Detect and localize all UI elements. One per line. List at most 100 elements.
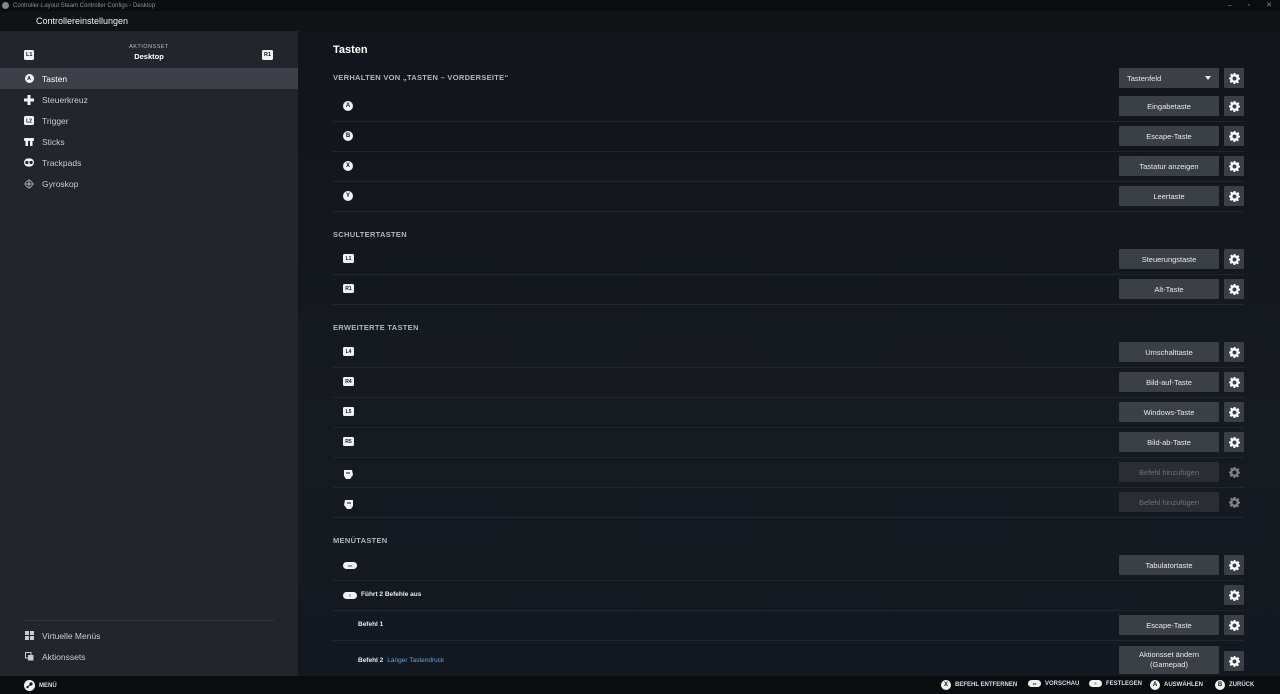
sidebar-item-tasten[interactable]: A Tasten xyxy=(0,68,298,89)
gyro-icon xyxy=(24,178,34,189)
mapping-row-x[interactable]: X Tastatur anzeigen xyxy=(333,152,1244,182)
button-l4-icon: L4 xyxy=(343,347,354,356)
grid-icon xyxy=(24,631,34,641)
row-settings-button[interactable] xyxy=(1224,126,1244,146)
sidebar-item-virtuelle-menus[interactable]: Virtuelle Menüs xyxy=(0,625,298,646)
gear-icon xyxy=(1228,655,1240,667)
mapping-row-l4[interactable]: L4 Umschalttaste xyxy=(333,338,1244,368)
command-button[interactable]: Alt-Taste xyxy=(1119,279,1219,299)
mapping-row-befehl-2[interactable]: Befehl 2 Langer Tastendruck Aktionsset än… xyxy=(333,643,1244,674)
command-1-label: Befehl 1 xyxy=(358,621,384,628)
mapping-row-menu[interactable]: ≡ Führt 2 Befehle aus xyxy=(333,581,1244,611)
gear-icon xyxy=(1228,436,1240,448)
mapping-row-view[interactable]: ▭ Tabulatortaste xyxy=(333,551,1244,581)
gear-icon xyxy=(1228,559,1240,571)
gear-icon xyxy=(1228,406,1240,418)
footer-select[interactable]: A AUSWÄHLEN xyxy=(1150,680,1203,690)
steam-logo-icon xyxy=(2,2,9,9)
row-settings-button[interactable] xyxy=(1224,372,1244,392)
gear-icon xyxy=(1228,496,1240,508)
command-button[interactable]: Umschalttaste xyxy=(1119,342,1219,362)
steam-icon xyxy=(24,680,35,691)
sidebar-item-steuerkreuz[interactable]: Steuerkreuz xyxy=(0,89,298,110)
command-button[interactable]: Leertaste xyxy=(1119,186,1219,206)
sidebar-item-label: Sticks xyxy=(42,136,65,147)
command-button[interactable]: Windows-Taste xyxy=(1119,402,1219,422)
command-2-label: Befehl 2 Langer Tastendruck xyxy=(358,657,445,664)
row-settings-button[interactable] xyxy=(1224,156,1244,176)
gear-icon xyxy=(1228,253,1240,265)
row-settings-button[interactable] xyxy=(1224,585,1244,605)
row-settings-button[interactable] xyxy=(1224,432,1244,452)
command-button[interactable]: Tastatur anzeigen xyxy=(1119,156,1219,176)
command-button[interactable]: Escape-Taste xyxy=(1119,615,1219,635)
view-button-icon: ▭ xyxy=(1028,680,1041,687)
minimize-button[interactable]: – xyxy=(1228,0,1232,11)
left-grip-icon xyxy=(343,467,354,485)
behavior-dropdown[interactable]: Tastenfeld xyxy=(1119,68,1219,88)
next-actionset-badge[interactable]: R1 xyxy=(262,50,274,60)
row-settings-button[interactable] xyxy=(1224,249,1244,269)
button-r5-icon: R5 xyxy=(343,437,354,446)
command-button[interactable]: Escape-Taste xyxy=(1119,126,1219,146)
row-settings-button[interactable] xyxy=(1224,342,1244,362)
row-settings-button[interactable] xyxy=(1224,402,1244,422)
mapping-row-left-grip[interactable]: Befehl hinzufügen xyxy=(333,458,1244,488)
sidebar-item-trackpads[interactable]: Trackpads xyxy=(0,152,298,173)
maximize-button[interactable]: ▫ xyxy=(1248,0,1250,11)
dpad-icon xyxy=(24,94,34,105)
sidebar-item-label: Trigger xyxy=(42,115,69,126)
sidebar-item-label: Virtuelle Menüs xyxy=(42,630,101,641)
close-button[interactable]: ✕ xyxy=(1266,0,1272,11)
view-button-icon: ▭ xyxy=(343,562,357,569)
row-settings-button[interactable] xyxy=(1224,96,1244,116)
command-button[interactable]: Tabulatortaste xyxy=(1119,555,1219,575)
command-button[interactable]: Aktionsset ändern (Gamepad) xyxy=(1119,646,1219,674)
footer-remove-command[interactable]: X BEFEHL ENTFERNEN xyxy=(941,680,1017,690)
sidebar-item-label: Aktionssets xyxy=(42,651,86,662)
gear-icon xyxy=(1228,100,1240,112)
mapping-row-r4[interactable]: R4 Bild-auf-Taste xyxy=(333,368,1244,398)
add-command-button[interactable]: Befehl hinzufügen xyxy=(1119,462,1219,482)
footer-preview[interactable]: ▭ VORSCHAU xyxy=(1028,680,1079,687)
footer-back[interactable]: B ZURÜCK xyxy=(1215,680,1254,690)
section-behavior-title: VERHALTEN VON „TASTEN – VORDERSEITE“ xyxy=(333,73,509,82)
row-settings-button[interactable] xyxy=(1224,651,1244,671)
command-button[interactable]: Eingabetaste xyxy=(1119,96,1219,116)
row-settings-button[interactable] xyxy=(1224,492,1244,512)
mapping-row-befehl-1[interactable]: Befehl 1 Escape-Taste xyxy=(333,611,1244,641)
command-button[interactable]: Bild-auf-Taste xyxy=(1119,372,1219,392)
footer-menu-button[interactable]: MENÜ xyxy=(24,680,57,691)
mapping-row-r1[interactable]: R1 Alt-Taste xyxy=(333,275,1244,305)
row-settings-button[interactable] xyxy=(1224,555,1244,575)
command-button[interactable]: Steuerungstaste xyxy=(1119,249,1219,269)
mapping-row-y[interactable]: Y Leertaste xyxy=(333,182,1244,212)
mapping-row-l5[interactable]: L5 Windows-Taste xyxy=(333,398,1244,428)
command-button[interactable]: Bild-ab-Taste xyxy=(1119,432,1219,452)
gear-icon xyxy=(1228,466,1240,478)
mapping-row-right-grip[interactable]: Befehl hinzufügen xyxy=(333,488,1244,518)
right-grip-icon xyxy=(343,497,354,515)
row-settings-button[interactable] xyxy=(1224,186,1244,206)
sidebar-item-aktionssets[interactable]: Aktionssets xyxy=(0,646,298,667)
sidebar-item-label: Steuerkreuz xyxy=(42,94,88,105)
gear-icon xyxy=(1228,160,1240,172)
row-settings-button[interactable] xyxy=(1224,615,1244,635)
window-titlebar: Controller-Layout Steam Controller Confi… xyxy=(0,0,1280,11)
behavior-settings-button[interactable] xyxy=(1224,68,1244,88)
add-command-button[interactable]: Befehl hinzufügen xyxy=(1119,492,1219,512)
row-settings-button[interactable] xyxy=(1224,462,1244,482)
row-settings-button[interactable] xyxy=(1224,279,1244,299)
sidebar-item-label: Tasten xyxy=(42,73,68,84)
behavior-dropdown-value: Tastenfeld xyxy=(1127,73,1162,83)
page-title: Tasten xyxy=(333,44,368,56)
sidebar-item-trigger[interactable]: L2 Trigger xyxy=(0,110,298,131)
mapping-row-r5[interactable]: R5 Bild-ab-Taste xyxy=(333,428,1244,458)
mapping-row-b[interactable]: B Escape-Taste xyxy=(333,122,1244,152)
sidebar-item-sticks[interactable]: Sticks xyxy=(0,131,298,152)
mapping-row-l1[interactable]: L1 Steuerungstaste xyxy=(333,245,1244,275)
footer-set[interactable]: ≡ FESTLEGEN xyxy=(1089,680,1142,687)
mapping-row-a[interactable]: A Eingabetaste xyxy=(333,92,1244,122)
layers-icon xyxy=(24,652,34,662)
sidebar-item-gyroskop[interactable]: Gyroskop xyxy=(0,173,298,194)
